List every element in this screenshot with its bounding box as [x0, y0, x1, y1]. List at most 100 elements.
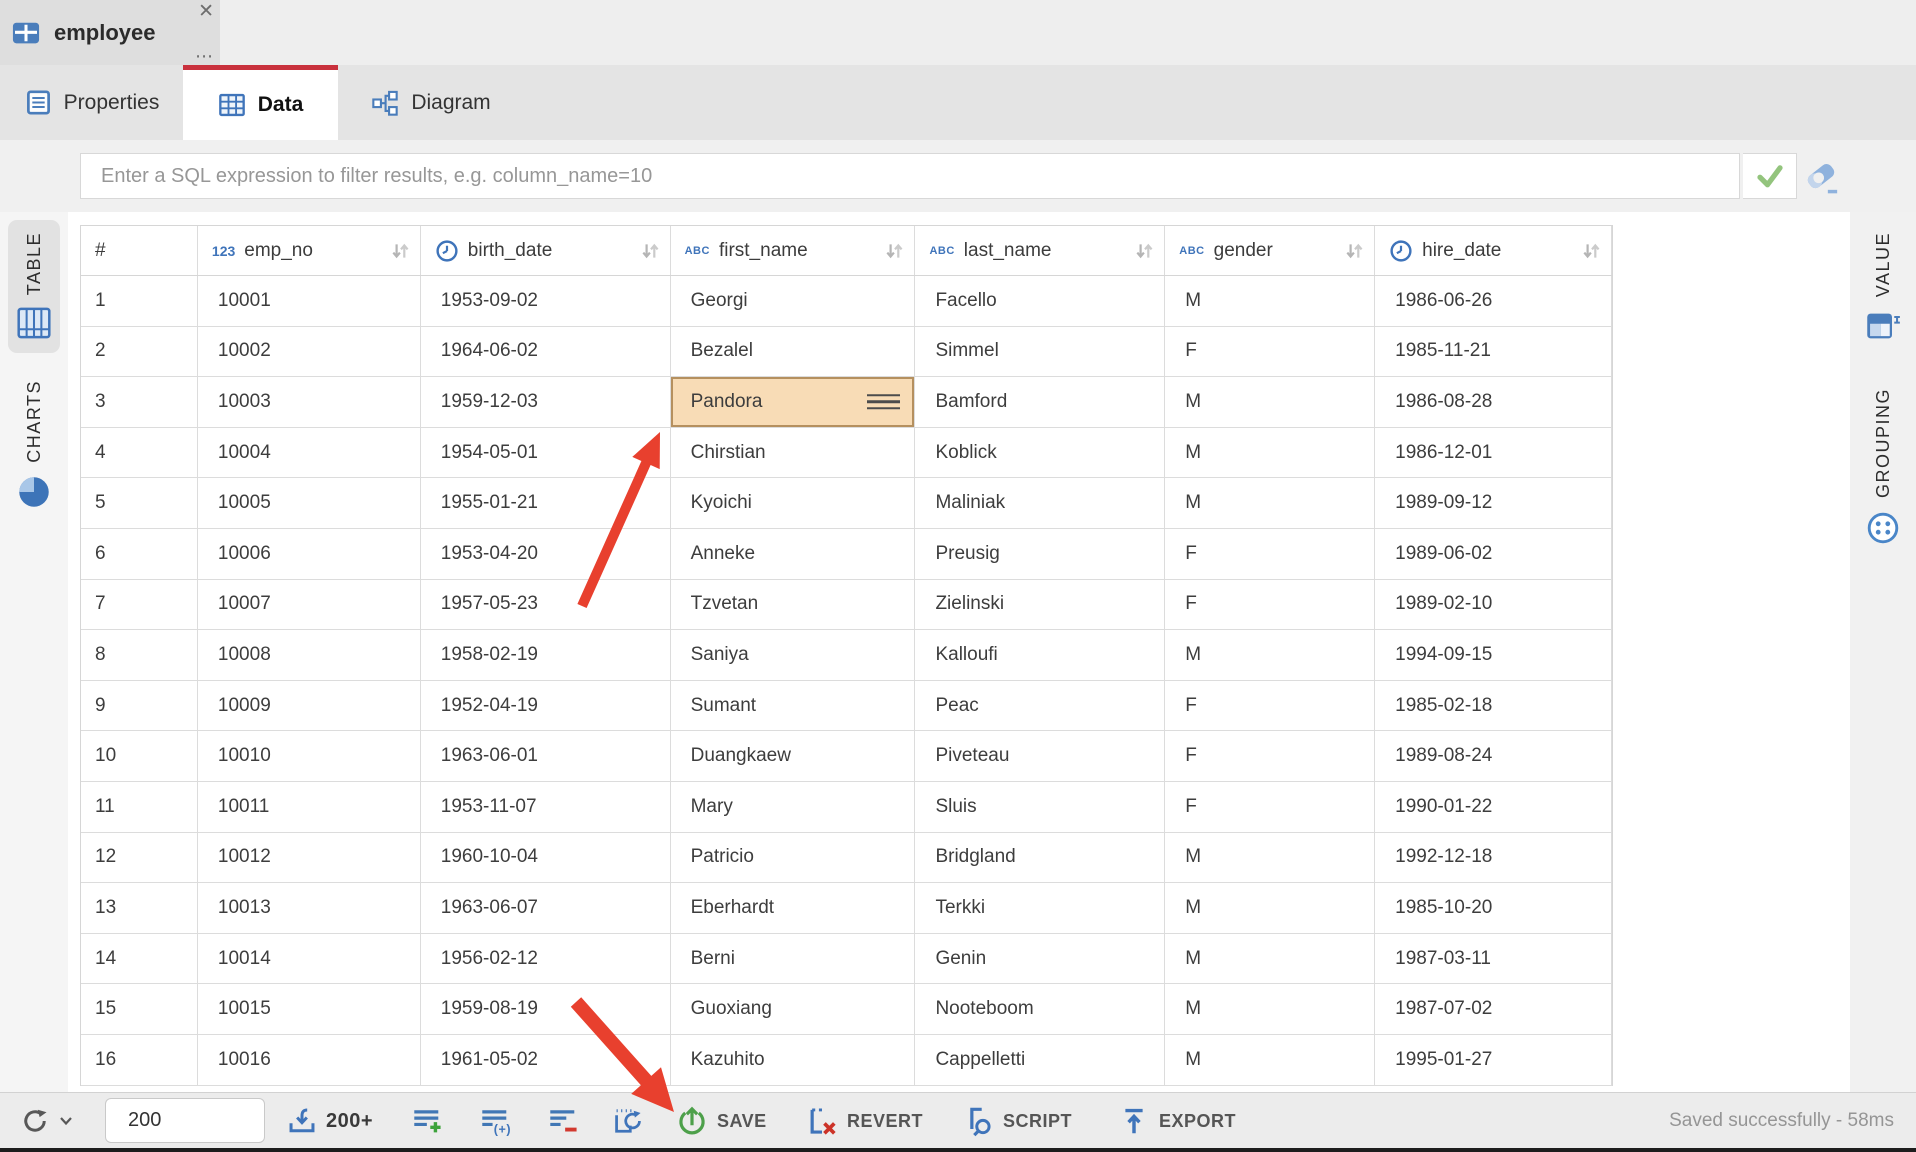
- export-button[interactable]: EXPORT: [1118, 1093, 1236, 1149]
- table-cell[interactable]: Facello: [915, 276, 1165, 326]
- row-number[interactable]: 8: [81, 630, 198, 680]
- script-button[interactable]: SCRIPT: [962, 1093, 1072, 1149]
- tab-diagram[interactable]: Diagram: [338, 65, 524, 140]
- row-number[interactable]: 10: [81, 731, 198, 781]
- table-cell[interactable]: M: [1165, 276, 1375, 326]
- table-cell[interactable]: 10015: [198, 984, 421, 1034]
- row-number[interactable]: 13: [81, 883, 198, 933]
- table-cell[interactable]: 10007: [198, 580, 421, 630]
- table-cell[interactable]: Kyoichi: [671, 478, 916, 528]
- row-number[interactable]: 15: [81, 984, 198, 1034]
- row-number[interactable]: 12: [81, 833, 198, 883]
- table-cell[interactable]: 1952-04-19: [421, 681, 671, 731]
- table-cell[interactable]: 1994-09-15: [1375, 630, 1612, 680]
- revert-button[interactable]: REVERT: [806, 1093, 923, 1149]
- table-cell[interactable]: 1963-06-01: [421, 731, 671, 781]
- tab-overflow-icon[interactable]: ⋯: [195, 49, 214, 63]
- rail-item-table[interactable]: TABLE: [0, 220, 68, 353]
- table-cell[interactable]: Berni: [671, 934, 916, 984]
- table-cell[interactable]: 1959-12-03: [421, 377, 671, 427]
- table-cell[interactable]: 1985-10-20: [1375, 883, 1612, 933]
- refresh-button[interactable]: [20, 1093, 73, 1149]
- table-cell[interactable]: 1959-08-19: [421, 984, 671, 1034]
- column-header-birth_date[interactable]: birth_date: [421, 226, 671, 275]
- duplicate-row-button[interactable]: (+): [480, 1093, 512, 1149]
- rail-item-grouping[interactable]: GROUPING: [1850, 388, 1916, 546]
- row-number[interactable]: 6: [81, 529, 198, 579]
- row-number[interactable]: 1: [81, 276, 198, 326]
- table-cell[interactable]: 1956-02-12: [421, 934, 671, 984]
- table-cell[interactable]: Tzvetan: [671, 580, 916, 630]
- table-cell[interactable]: 1963-06-07: [421, 883, 671, 933]
- table-cell[interactable]: 10001: [198, 276, 421, 326]
- table-cell[interactable]: 1990-01-22: [1375, 782, 1612, 832]
- table-cell[interactable]: 10004: [198, 428, 421, 478]
- table-cell[interactable]: 10014: [198, 934, 421, 984]
- apply-filter-button[interactable]: [1743, 153, 1797, 199]
- table-cell[interactable]: M: [1165, 428, 1375, 478]
- table-cell[interactable]: 1955-01-21: [421, 478, 671, 528]
- table-cell[interactable]: Terkki: [915, 883, 1165, 933]
- table-cell[interactable]: Nooteboom: [915, 984, 1165, 1034]
- editor-tab-employee[interactable]: employee ✕ ⋯: [0, 0, 220, 65]
- table-cell[interactable]: 1985-02-18: [1375, 681, 1612, 731]
- column-header-emp_no[interactable]: 123emp_no: [198, 226, 421, 275]
- table-cell[interactable]: F: [1165, 580, 1375, 630]
- table-cell[interactable]: 1958-02-19: [421, 630, 671, 680]
- clear-filter-button[interactable]: [1800, 155, 1844, 199]
- table-cell[interactable]: Cappelletti: [915, 1035, 1165, 1085]
- table-cell[interactable]: 1954-05-01: [421, 428, 671, 478]
- table-cell[interactable]: 1953-09-02: [421, 276, 671, 326]
- table-cell[interactable]: 1985-11-21: [1375, 327, 1612, 377]
- table-cell[interactable]: 1987-07-02: [1375, 984, 1612, 1034]
- table-cell[interactable]: Bamford: [915, 377, 1165, 427]
- table-cell[interactable]: 10011: [198, 782, 421, 832]
- table-cell[interactable]: Simmel: [915, 327, 1165, 377]
- column-header-last_name[interactable]: ABClast_name: [915, 226, 1165, 275]
- table-cell[interactable]: Sluis: [915, 782, 1165, 832]
- row-number[interactable]: 4: [81, 428, 198, 478]
- close-icon[interactable]: ✕: [198, 0, 214, 24]
- table-cell[interactable]: 1953-11-07: [421, 782, 671, 832]
- table-cell[interactable]: M: [1165, 934, 1375, 984]
- add-row-button[interactable]: [412, 1093, 444, 1149]
- table-cell[interactable]: Patricio: [671, 833, 916, 883]
- table-cell[interactable]: 10013: [198, 883, 421, 933]
- row-number[interactable]: 9: [81, 681, 198, 731]
- rail-item-charts[interactable]: CHARTS: [0, 380, 68, 509]
- generate-mock-data-button[interactable]: [612, 1093, 644, 1149]
- row-number[interactable]: 11: [81, 782, 198, 832]
- table-cell[interactable]: Piveteau: [915, 731, 1165, 781]
- table-cell[interactable]: Saniya: [671, 630, 916, 680]
- table-cell[interactable]: Duangkaew: [671, 731, 916, 781]
- table-cell[interactable]: 1992-12-18: [1375, 833, 1612, 883]
- table-cell[interactable]: Peac: [915, 681, 1165, 731]
- table-cell[interactable]: Georgi: [671, 276, 916, 326]
- column-header-first_name[interactable]: ABCfirst_name: [671, 226, 916, 275]
- row-number[interactable]: 14: [81, 934, 198, 984]
- table-cell[interactable]: 10016: [198, 1035, 421, 1085]
- table-cell[interactable]: Eberhardt: [671, 883, 916, 933]
- table-cell[interactable]: 1995-01-27: [1375, 1035, 1612, 1085]
- table-cell[interactable]: 1989-09-12: [1375, 478, 1612, 528]
- table-cell[interactable]: F: [1165, 681, 1375, 731]
- column-header-gender[interactable]: ABCgender: [1165, 226, 1375, 275]
- row-number[interactable]: 3: [81, 377, 198, 427]
- table-cell[interactable]: Guoxiang: [671, 984, 916, 1034]
- table-cell[interactable]: 1964-06-02: [421, 327, 671, 377]
- table-cell[interactable]: 1986-06-26: [1375, 276, 1612, 326]
- rail-item-value[interactable]: VALUE: [1850, 232, 1916, 343]
- table-cell[interactable]: Chirstian: [671, 428, 916, 478]
- cell-menu-icon[interactable]: [867, 390, 900, 414]
- table-cell[interactable]: M: [1165, 1035, 1375, 1085]
- tab-properties[interactable]: Properties: [4, 65, 180, 140]
- table-cell[interactable]: F: [1165, 731, 1375, 781]
- table-cell[interactable]: 10008: [198, 630, 421, 680]
- table-cell[interactable]: 10012: [198, 833, 421, 883]
- fetch-next-page-button[interactable]: 200+: [287, 1093, 373, 1149]
- table-cell[interactable]: 10006: [198, 529, 421, 579]
- column-header-hire_date[interactable]: hire_date: [1375, 226, 1612, 275]
- table-cell[interactable]: 1987-03-11: [1375, 934, 1612, 984]
- table-cell[interactable]: 1989-02-10: [1375, 580, 1612, 630]
- save-button[interactable]: SAVE: [676, 1093, 767, 1149]
